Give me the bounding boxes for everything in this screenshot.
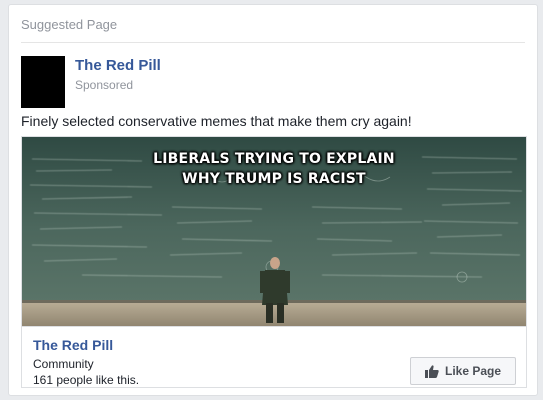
page-avatar[interactable] [21,56,65,108]
suggested-page-card: Suggested Page The Red Pill Sponsored Fi… [8,4,538,396]
page-attachment-footer[interactable]: The Red Pill Community 161 people like t… [21,326,527,388]
thumbs-up-icon [424,364,439,378]
image-caption: LIBERALS TRYING TO EXPLAIN WHY TRUMP IS … [22,149,526,189]
page-like-count: 161 people like this. [33,373,140,387]
image-caption-line-2: WHY TRUMP IS RACIST [182,171,366,187]
post-text: Finely selected conservative memes that … [21,113,412,129]
page-name-link[interactable]: The Red Pill [75,57,161,74]
post-image[interactable]: LIBERALS TRYING TO EXPLAIN WHY TRUMP IS … [21,136,527,326]
sponsored-label[interactable]: Sponsored [75,78,133,92]
page-category: Community [33,357,94,371]
header-divider [21,42,525,43]
like-page-label: Like Page [444,364,502,378]
footer-page-name-link[interactable]: The Red Pill [33,337,113,353]
image-caption-line-1: LIBERALS TRYING TO EXPLAIN [153,151,395,167]
suggested-page-label: Suggested Page [21,17,118,32]
like-page-button[interactable]: Like Page [410,357,516,385]
